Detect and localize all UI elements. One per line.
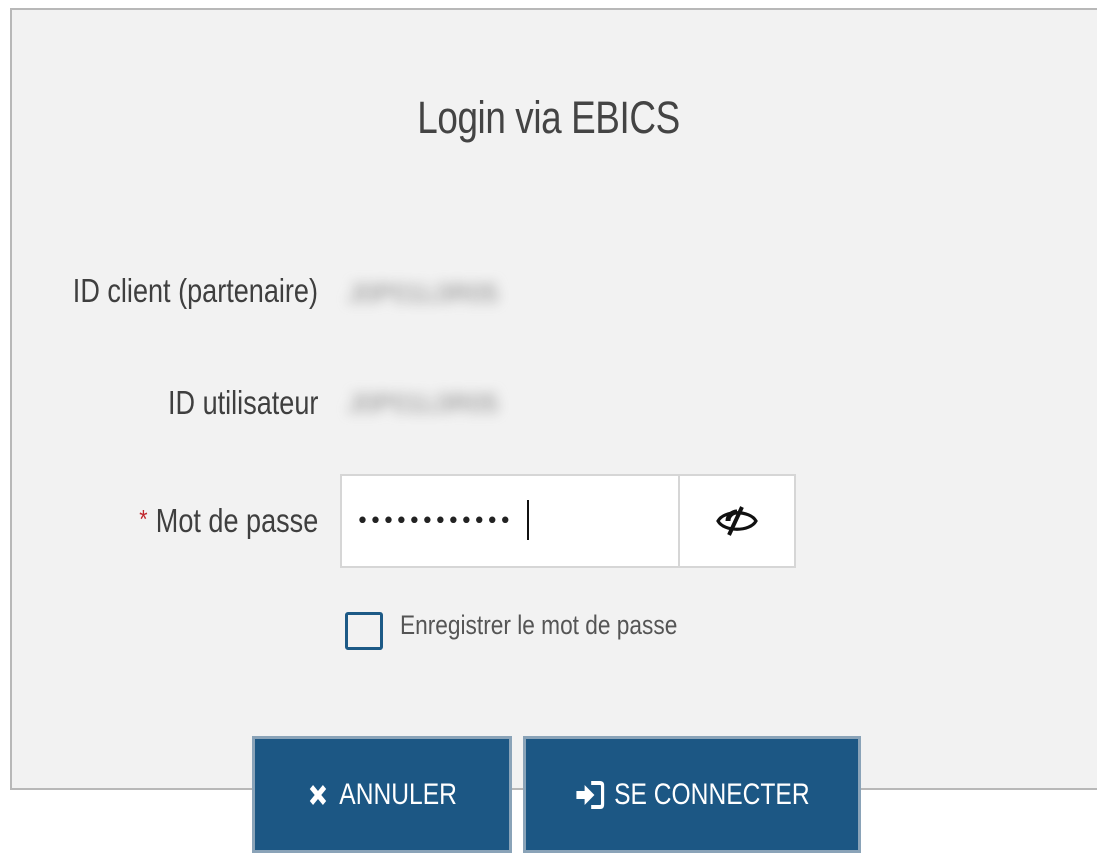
partner-id-label: ID client (partenaire) [72,272,318,309]
user-id-label: ID utilisateur [167,384,318,421]
connect-button-label: SE CONNECTER [613,777,810,811]
remember-password-checkbox[interactable] [345,612,383,650]
dialog-title: Login via EBICS [417,92,680,143]
cancel-button[interactable]: ANNULER [252,736,512,853]
remember-password-label[interactable]: Enregistrer le mot de passe [400,610,677,641]
cancel-button-label: ANNULER [339,777,458,811]
password-label-text: Mot de passe [155,502,318,539]
password-field[interactable] [340,474,680,568]
partner-id-value: J0P01L0R05 [348,278,499,308]
user-id-value: J0P01L0R05 [348,388,499,418]
sign-in-icon [576,780,605,809]
required-marker: * [139,504,148,534]
text-caret [527,500,529,540]
toggle-password-visibility-button[interactable] [678,474,796,568]
connect-button[interactable]: SE CONNECTER [523,736,861,853]
eye-slash-icon [716,506,758,536]
password-label: * Mot de passe [139,502,318,540]
close-icon [310,784,327,805]
